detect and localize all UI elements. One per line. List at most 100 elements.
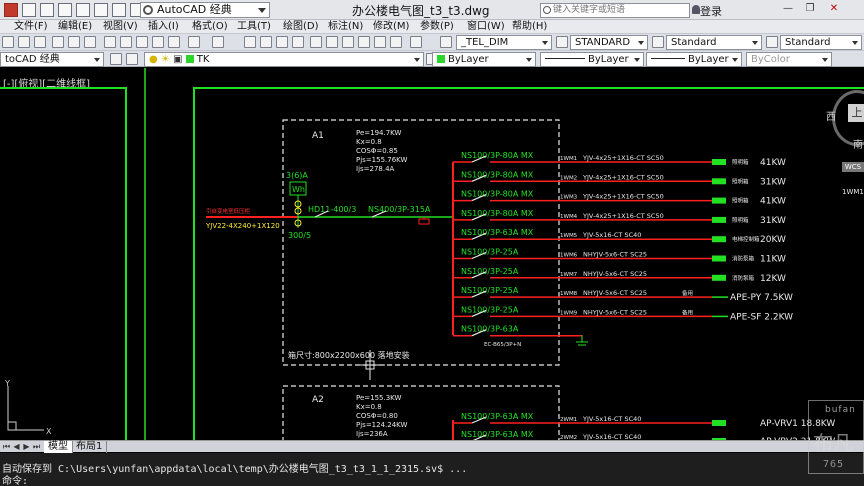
- dim-style-select[interactable]: STANDARD: [570, 35, 648, 50]
- text-style-value: _TEL_DIM: [461, 37, 509, 48]
- multileader-style-value: Standard: [785, 37, 831, 48]
- tab-model[interactable]: 模型: [44, 441, 73, 453]
- block-editor-icon[interactable]: [168, 36, 180, 48]
- help-icon[interactable]: [410, 36, 422, 48]
- undo-icon[interactable]: [112, 2, 126, 17]
- linetype-select[interactable]: ByLayer: [540, 52, 644, 67]
- panel-a1-params: Pe=194.7KWKx=0.8COSΦ=0.85Pjs=155.76KWIjs…: [356, 129, 408, 173]
- cut-icon[interactable]: [104, 36, 116, 48]
- viewcube-south[interactable]: 南: [853, 136, 863, 151]
- viewcube-west[interactable]: 西: [826, 108, 836, 123]
- layer-states-icon[interactable]: [126, 53, 138, 65]
- menu-view[interactable]: 视图(V): [103, 20, 138, 33]
- workspace-select[interactable]: AutoCAD 经典: [140, 2, 270, 18]
- open-icon[interactable]: [18, 36, 30, 48]
- save-icon[interactable]: [58, 2, 72, 17]
- multileader-style-select[interactable]: Standard: [780, 35, 862, 50]
- color-select[interactable]: ByLayer: [432, 52, 536, 67]
- menu-help[interactable]: 帮助(H): [512, 20, 547, 33]
- circuit-load: 41KW: [760, 197, 786, 207]
- menu-draw[interactable]: 绘图(D): [283, 20, 319, 33]
- minimize-button[interactable]: —: [780, 2, 796, 16]
- menu-parametric[interactable]: 参数(P): [420, 20, 454, 33]
- sun-icon: ☀: [160, 54, 170, 65]
- command-prompt[interactable]: 命令:: [2, 472, 28, 486]
- login-button[interactable]: 登录: [700, 3, 722, 19]
- circuit-label: 照明箱: [732, 216, 749, 224]
- drawing-area[interactable]: [-][俯视][二维线框] A1 Pe=194.7KW Kx=0.8 COSΦ=0.…: [0, 68, 864, 440]
- new-icon[interactable]: [2, 36, 14, 48]
- publish-icon[interactable]: [84, 36, 96, 48]
- save-icon[interactable]: [34, 36, 46, 48]
- menu-window[interactable]: 窗口(W): [467, 20, 505, 33]
- shunt-trip-coil: [418, 218, 430, 225]
- print-icon[interactable]: [94, 2, 108, 17]
- layer-select[interactable]: ● ☀ ▣ TK: [144, 52, 424, 67]
- ct-ratio: 300/5: [288, 231, 311, 240]
- tool-palettes-icon[interactable]: [342, 36, 354, 48]
- paste-icon[interactable]: [136, 36, 148, 48]
- breaker-label: NS100/3P-80A MX: [461, 151, 534, 160]
- circuit-label: 电梯控制箱: [732, 235, 760, 243]
- plot-icon[interactable]: [52, 36, 64, 48]
- menu-format[interactable]: 格式(O): [192, 20, 228, 33]
- tab-layout1[interactable]: 布局1: [72, 441, 108, 453]
- breaker-label: NS100/3P-25A: [461, 286, 519, 295]
- quickcalc-icon[interactable]: [390, 36, 402, 48]
- table-style-value: Standard: [671, 37, 717, 48]
- circuit-cable: YJV-5x16-CT SC40: [582, 433, 641, 440]
- pan-icon[interactable]: [244, 36, 256, 48]
- breaker-label: NS100/3P-63A MX: [461, 228, 534, 237]
- menu-file[interactable]: 文件(F): [14, 20, 48, 33]
- panel-param: Pe=155.3KW: [356, 394, 402, 402]
- lineweight-select[interactable]: ByLayer: [646, 52, 742, 67]
- first-tab-icon[interactable]: ⏮: [2, 442, 11, 451]
- menu-insert[interactable]: 插入(I): [148, 20, 179, 33]
- panel-a1-name: A1: [312, 131, 324, 141]
- circuit-id: 1WM3: [560, 195, 578, 201]
- markup-icon[interactable]: [374, 36, 386, 48]
- lightbulb-icon: ●: [149, 54, 158, 65]
- layer-manager-icon[interactable]: [110, 53, 122, 65]
- redo-icon[interactable]: [212, 36, 224, 48]
- preview-icon[interactable]: [68, 36, 80, 48]
- new-file-icon[interactable]: [22, 2, 36, 17]
- zoom-realtime-icon[interactable]: [260, 36, 272, 48]
- breaker-label: NS100/3P-25A: [461, 267, 519, 276]
- next-tab-icon[interactable]: ▶: [22, 442, 31, 451]
- plotstyle-select[interactable]: ByColor: [746, 52, 832, 67]
- search-input[interactable]: 键入关键字或短语: [540, 3, 690, 18]
- undo-icon[interactable]: [188, 36, 200, 48]
- panel-param: Pjs=155.76KW: [356, 156, 408, 164]
- zoom-window-icon[interactable]: [276, 36, 288, 48]
- command-line[interactable]: 自动保存到 C:\Users\yunfan\appdata\local\temp…: [0, 453, 864, 486]
- text-style-select[interactable]: _TEL_DIM: [456, 35, 552, 50]
- menu-dimension[interactable]: 标注(N): [328, 20, 363, 33]
- open-file-icon[interactable]: [40, 2, 54, 17]
- menu-edit[interactable]: 编辑(E): [58, 20, 92, 33]
- chevron-down-icon: [638, 41, 644, 45]
- table-style-select[interactable]: Standard: [666, 35, 762, 50]
- panel-param: Ijs=278.4A: [356, 165, 395, 173]
- prev-tab-icon[interactable]: ◀: [12, 442, 21, 451]
- menu-modify[interactable]: 修改(M): [373, 20, 409, 33]
- copy-icon[interactable]: [120, 36, 132, 48]
- properties-icon[interactable]: [310, 36, 322, 48]
- workspace-combo[interactable]: toCAD 经典: [0, 52, 104, 67]
- save-as-icon[interactable]: [76, 2, 90, 17]
- chevron-down-icon: [542, 41, 548, 45]
- match-properties-icon[interactable]: [152, 36, 164, 48]
- main-breaker-label: NS400/3P-315A: [368, 205, 431, 214]
- close-button[interactable]: ✕: [826, 2, 842, 16]
- design-center-icon[interactable]: [326, 36, 338, 48]
- wcs-menu[interactable]: WCS: [842, 162, 864, 172]
- viewcube-top-face[interactable]: 上: [848, 104, 864, 122]
- sheet-set-icon[interactable]: [358, 36, 370, 48]
- viewcube[interactable]: 上 西 南: [826, 90, 864, 151]
- menu-tools[interactable]: 工具(T): [237, 20, 271, 33]
- zoom-previous-icon[interactable]: [292, 36, 304, 48]
- last-tab-icon[interactable]: ⏭: [32, 442, 41, 451]
- app-menu-icon[interactable]: [4, 2, 18, 17]
- restore-button[interactable]: ❐: [802, 2, 818, 16]
- panel-param: Ijs=236A: [356, 430, 388, 438]
